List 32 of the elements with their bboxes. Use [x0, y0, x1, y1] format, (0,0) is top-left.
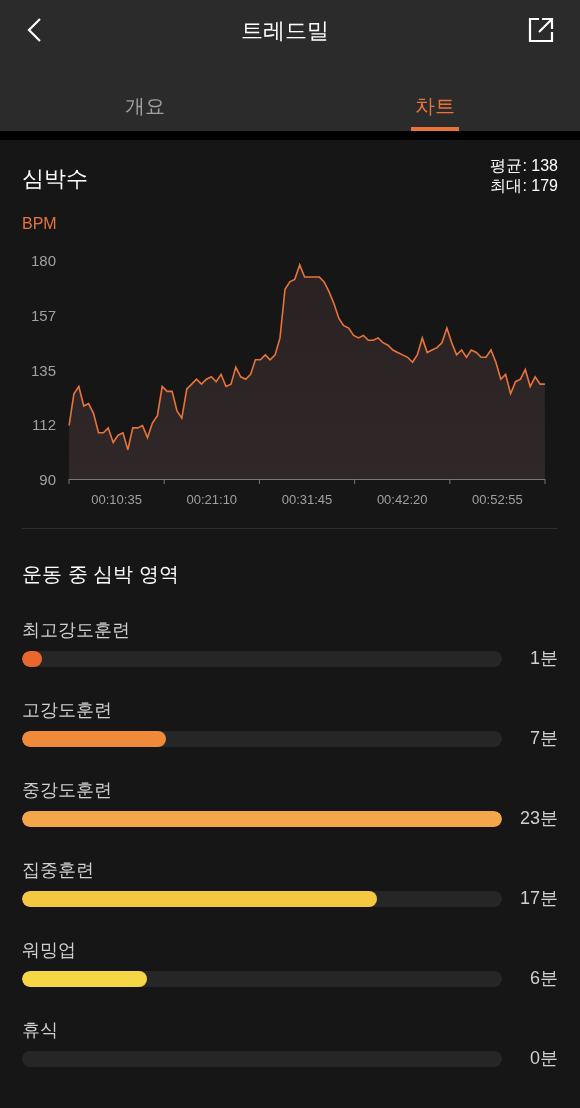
back-icon[interactable]	[26, 17, 42, 43]
y-axis-label: 90	[39, 471, 56, 488]
zone-name: 중강도훈련	[22, 779, 113, 801]
zone-duration: 23분	[518, 807, 558, 830]
unit-label: BPM	[22, 214, 58, 234]
x-axis-label: 00:52:55	[472, 492, 523, 507]
zone-duration: 7분	[529, 727, 558, 750]
y-axis-label: 135	[30, 361, 56, 379]
page-title: 트레드밀	[241, 16, 329, 45]
zone-name: 최고강도훈련	[22, 619, 131, 641]
zone-name: 집중훈련	[22, 859, 95, 881]
x-axis-label: 00:42:20	[376, 492, 428, 507]
tab[interactable]: 개요	[121, 60, 169, 131]
x-axis-label: 00:31:45	[281, 492, 333, 507]
tab[interactable]: 차트	[411, 60, 459, 131]
x-axis-label: 00:21:10	[186, 492, 238, 507]
max-value: 최대: 179	[490, 176, 558, 196]
zone-duration: 6분	[529, 967, 558, 990]
section-title: 심박수	[22, 165, 88, 193]
zone-name: 휴식	[22, 1019, 59, 1041]
y-axis-label: 157	[30, 306, 56, 324]
zone-duration: 0분	[529, 1047, 558, 1070]
average-value: 평균: 138	[490, 156, 558, 176]
section-title: 운동 중 심박 영역	[22, 562, 180, 587]
zone-name: 고강도훈련	[22, 699, 113, 721]
share-icon[interactable]	[528, 17, 554, 43]
zone-name: 워밍업	[22, 939, 77, 961]
y-axis-label: 180	[30, 252, 56, 269]
x-axis-label: 00:10:35	[91, 492, 142, 507]
y-axis-label: 112	[32, 416, 56, 434]
zone-duration: 1분	[529, 647, 558, 670]
zone-duration: 17분	[518, 887, 558, 910]
